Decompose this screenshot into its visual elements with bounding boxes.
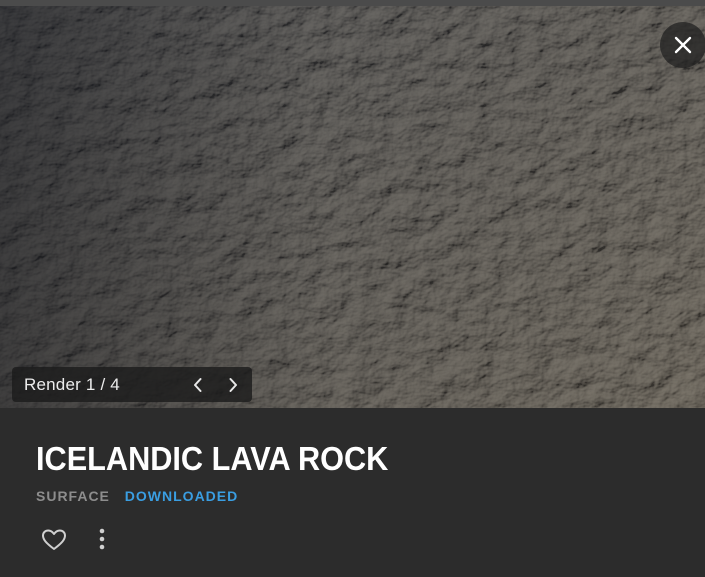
download-status-badge: DOWNLOADED <box>124 488 239 504</box>
render-counter: Render 1 / 4 <box>24 375 120 394</box>
heart-icon <box>42 529 66 550</box>
asset-preview-image: Render 1 / 4 <box>0 6 705 408</box>
more-vertical-icon <box>99 528 105 550</box>
asset-meta: SURFACE DOWNLOADED <box>36 488 238 504</box>
chevron-right-icon <box>229 378 237 392</box>
asset-actions <box>40 526 130 554</box>
asset-type-label: SURFACE <box>36 488 110 504</box>
lava-rock-texture <box>0 6 705 408</box>
asset-detail-panel: Render 1 / 4 ICELANDIC LAVA ROCK SURFACE… <box>0 0 705 577</box>
render-navigator: Render 1 / 4 <box>12 367 252 402</box>
favorite-button[interactable] <box>40 526 68 554</box>
asset-info: ICELANDIC LAVA ROCK SURFACE DOWNLOADED <box>0 408 705 577</box>
close-button[interactable] <box>660 22 705 68</box>
next-render-button[interactable] <box>220 372 246 398</box>
close-icon <box>674 36 692 54</box>
previous-render-button[interactable] <box>185 372 211 398</box>
more-options-button[interactable] <box>94 526 110 554</box>
chevron-left-icon <box>194 378 202 392</box>
asset-title: ICELANDIC LAVA ROCK <box>36 440 389 477</box>
